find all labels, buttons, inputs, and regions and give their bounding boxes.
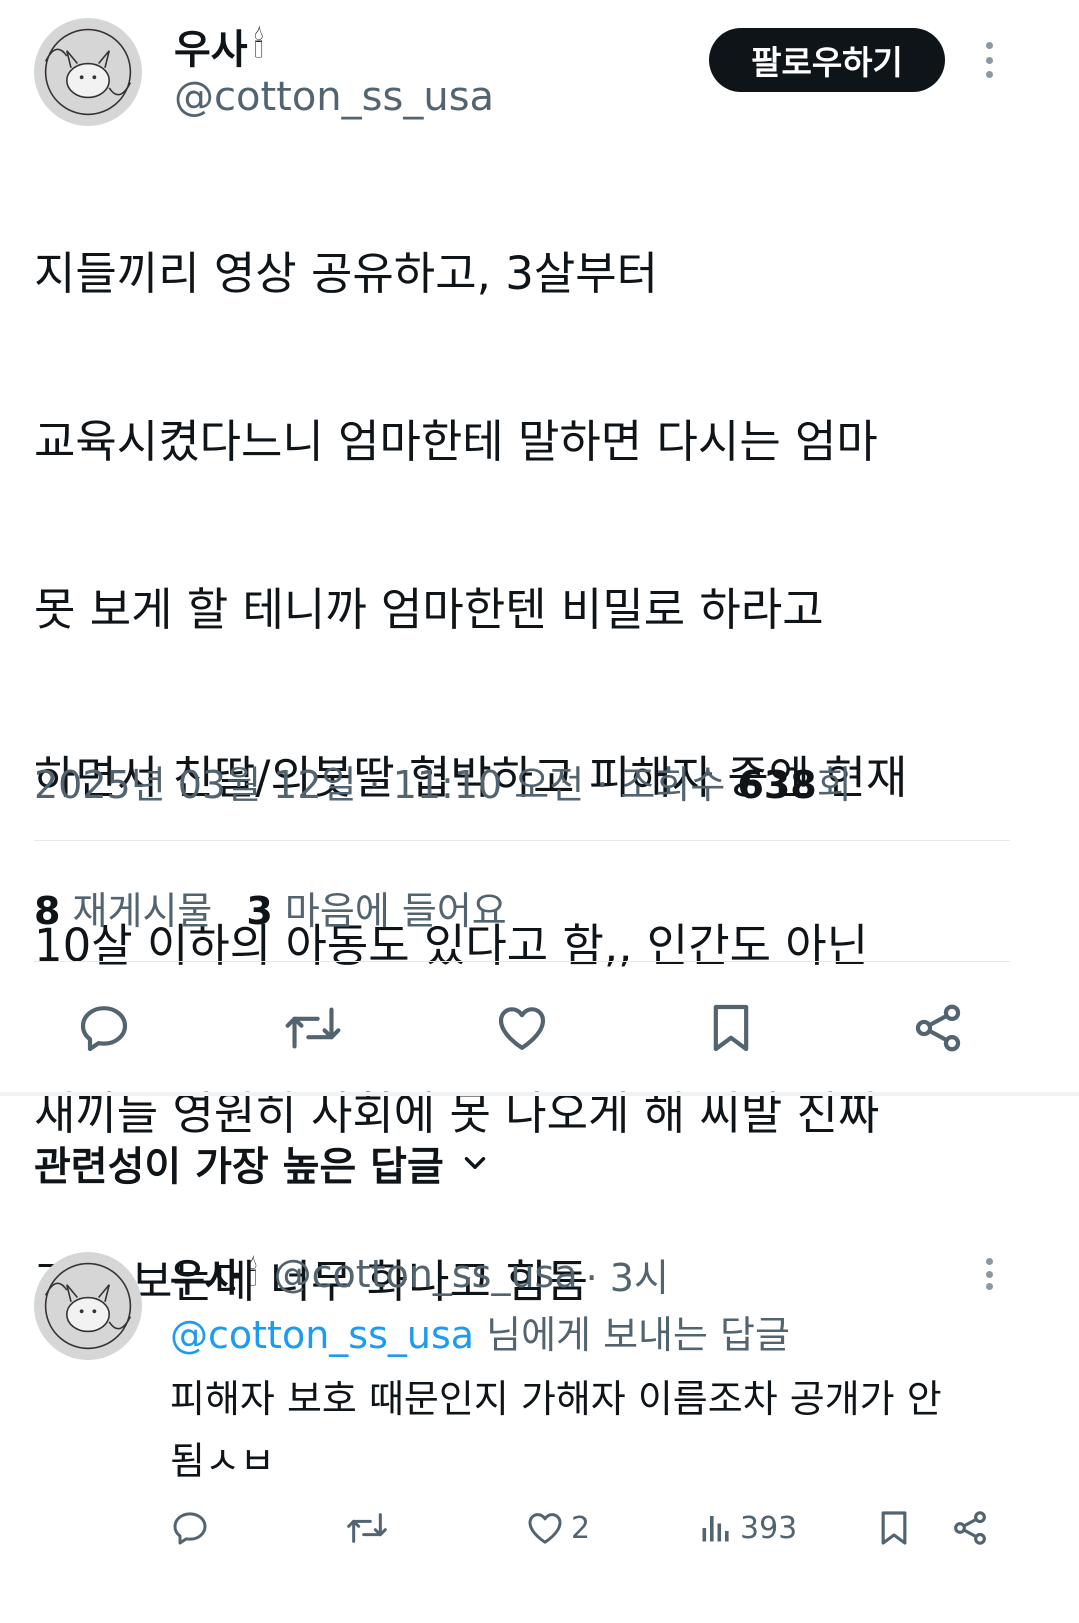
author-handle[interactable]: @cotton_ss_usa bbox=[174, 74, 494, 120]
share-icon bbox=[954, 1511, 986, 1545]
reply-repost-button[interactable] bbox=[345, 1508, 389, 1548]
replies-section-title: 관련성이 가장 높은 답글 bbox=[34, 1144, 444, 1190]
author-avatar[interactable] bbox=[34, 18, 142, 126]
reply-author-avatar[interactable] bbox=[34, 1252, 142, 1360]
reply-bookmark-button[interactable] bbox=[874, 1508, 914, 1548]
replying-to: @cotton_ss_usa 님에게 보내는 답글 bbox=[170, 1304, 790, 1359]
reply-more-options-icon[interactable] bbox=[982, 1258, 996, 1290]
author-name-row[interactable]: 우사 🕯 bbox=[174, 18, 264, 74]
heart-icon[interactable] bbox=[494, 1000, 550, 1056]
repost-icon[interactable] bbox=[283, 1000, 343, 1056]
reply-text: 피해자 보호 때문인지 가해자 이름조차 공개가 안 됨ㅅㅂ bbox=[170, 1377, 942, 1483]
reply-time: · 3시 bbox=[585, 1255, 669, 1300]
tweet-text-line: 교육시켰다느니 엄마한테 말하면 다시는 엄마 bbox=[34, 415, 878, 468]
section-separator bbox=[0, 1092, 1079, 1096]
divider bbox=[34, 961, 1010, 962]
stats-row: 8 재게시물 3 마음에 들어요 bbox=[34, 880, 507, 935]
reply-like-button[interactable]: 2 bbox=[525, 1508, 590, 1548]
heart-icon bbox=[528, 1513, 562, 1544]
views-icon bbox=[702, 1516, 729, 1542]
tweet-text-line: 못 보게 할 테니까 엄마한텐 비밀로 하라고 bbox=[34, 583, 824, 636]
author-name: 우사 bbox=[174, 27, 248, 73]
tweet-text-line: 지들끼리 영상 공유하고, 3살부터 bbox=[34, 247, 659, 300]
replying-to-handle[interactable]: @cotton_ss_usa bbox=[170, 1313, 474, 1357]
follow-button[interactable]: 팔로우하기 bbox=[709, 28, 945, 92]
replying-to-suffix: 님에게 보내는 답글 bbox=[474, 1313, 790, 1357]
more-options-icon[interactable] bbox=[982, 42, 996, 78]
reply-author-handle: @cotton_ss_usa bbox=[273, 1252, 578, 1296]
candle-icon: 🕯 bbox=[247, 1254, 258, 1294]
bookmark-icon bbox=[881, 1511, 907, 1545]
likes-count: 3 bbox=[246, 889, 273, 933]
reply-icon[interactable] bbox=[76, 1000, 132, 1056]
reply-views-button[interactable]: 393 bbox=[698, 1508, 797, 1548]
tweet-meta: 2025년 03월 12일 · 11:10 오전 · 조회수 638회 bbox=[34, 754, 852, 809]
chevron-down-icon bbox=[464, 1157, 485, 1169]
reply-header[interactable]: 우사 🕯 @cotton_ss_usa · 3시 bbox=[170, 1246, 669, 1302]
reposts-stat[interactable]: 8 재게시물 bbox=[34, 880, 212, 935]
reply-share-button[interactable] bbox=[950, 1508, 990, 1548]
divider bbox=[34, 840, 1010, 841]
candle-icon: 🕯 bbox=[253, 25, 264, 66]
reply-views-count: 393 bbox=[740, 1510, 798, 1546]
views-suffix: 회 bbox=[816, 763, 852, 807]
views-count: 638 bbox=[737, 763, 817, 807]
timestamp[interactable]: 2025년 03월 12일 · 11:10 오전 · 조회수 bbox=[34, 763, 737, 807]
share-icon[interactable] bbox=[910, 1000, 966, 1056]
reposts-label: 재게시물 bbox=[60, 889, 213, 933]
bookmark-icon[interactable] bbox=[703, 1000, 759, 1056]
likes-label: 마음에 들어요 bbox=[272, 889, 507, 933]
likes-stat[interactable]: 3 마음에 들어요 bbox=[246, 880, 506, 935]
reply-author-name: 우사 bbox=[170, 1255, 240, 1300]
reposts-count: 8 bbox=[34, 889, 61, 933]
reply-icon bbox=[173, 1512, 207, 1545]
reply-like-count: 2 bbox=[571, 1510, 591, 1546]
repost-icon bbox=[347, 1513, 387, 1543]
replies-sort-button[interactable]: 관련성이 가장 높은 답글 bbox=[34, 1134, 492, 1192]
reply-reply-button[interactable] bbox=[170, 1508, 210, 1548]
